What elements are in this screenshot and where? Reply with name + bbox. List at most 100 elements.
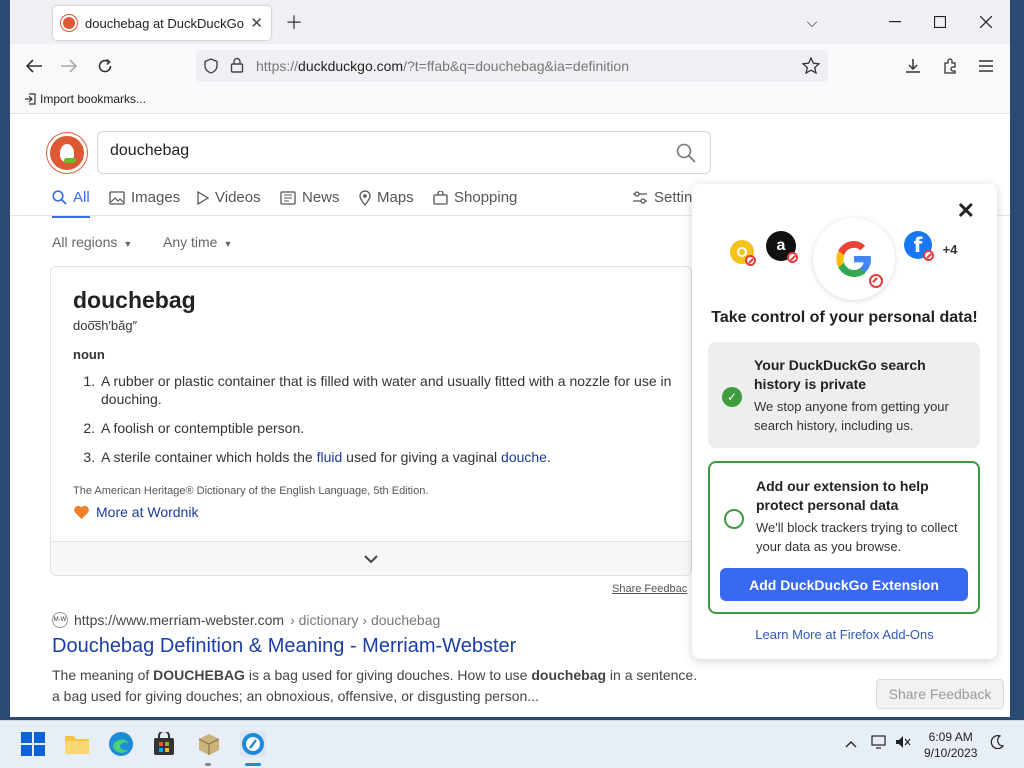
result-url-row[interactable]: M-W https://www.merriam-webster.com › di… (52, 612, 712, 628)
map-pin-icon (359, 189, 371, 206)
lock-icon[interactable] (230, 57, 244, 78)
result-url[interactable]: https://www.merriam-webster.com (74, 612, 284, 628)
search-box[interactable] (97, 131, 711, 174)
step-add-extension: Add our extension to help protect person… (708, 461, 980, 614)
result-snippet: The meaning of DOUCHEBAG is a bag used f… (52, 665, 712, 707)
maximize-button[interactable] (928, 10, 952, 34)
bag-icon (433, 190, 448, 205)
blocked-icon (923, 250, 934, 261)
learn-more-link[interactable]: Learn More at Firefox Add-Ons (692, 627, 997, 642)
tab-settings[interactable]: Settin (632, 189, 692, 206)
tab-label: Videos (215, 189, 261, 206)
show-hidden-icons-chevron-icon[interactable] (845, 735, 857, 751)
region-filter[interactable]: All regions ▼ (52, 234, 132, 250)
definition-item: A rubber or plastic container that is fi… (99, 372, 679, 408)
tab-videos[interactable]: Videos (197, 189, 261, 206)
fluid-link[interactable]: fluid (317, 449, 343, 465)
notifications-moon-icon[interactable] (990, 735, 1005, 752)
snippet-highlight: douchebag (531, 667, 607, 683)
dropdown-arrow-icon: ▼ (223, 239, 233, 249)
duckduckgo-logo[interactable] (47, 133, 87, 173)
chevron-down-icon (364, 554, 378, 563)
privacy-popup: ✕ a f +4 Take control of your personal d… (692, 184, 997, 659)
close-window-button[interactable] (974, 10, 998, 34)
file-explorer-icon[interactable] (64, 731, 90, 757)
tab-label: Settin (654, 189, 693, 206)
snippet-text: a bag used for giving douches; an obnoxi… (52, 688, 539, 704)
active-app-icon[interactable] (240, 731, 266, 757)
time-filter-label: Any time (163, 234, 218, 250)
list-tabs-chevron-icon[interactable]: ⌵ (800, 10, 824, 34)
add-extension-button[interactable]: Add DuckDuckGo Extension (720, 568, 968, 601)
definition-list: A rubber or plastic container that is fi… (99, 372, 679, 477)
definition-text: used for giving a vaginal (342, 449, 502, 465)
part-of-speech: noun (73, 347, 105, 362)
step-search-private: ✓ Your DuckDuckGo search history is priv… (708, 342, 980, 448)
shield-icon[interactable] (204, 58, 218, 79)
active-indicator (245, 763, 261, 766)
volume-muted-icon[interactable] (895, 735, 911, 752)
popup-heading: Take control of your personal data! (711, 309, 978, 326)
douche-link[interactable]: douche (501, 449, 547, 465)
import-icon (25, 93, 36, 105)
menu-hamburger-icon[interactable] (973, 53, 999, 79)
forward-button[interactable] (56, 53, 82, 79)
heart-icon (74, 505, 89, 519)
definition-word: douchebag (73, 287, 196, 313)
extensions-icon[interactable] (937, 53, 963, 79)
bookmark-star-icon[interactable] (801, 56, 821, 79)
definition-text: A foolish or contemptible person. (101, 420, 305, 436)
tracker-logo-icon (730, 240, 756, 266)
tab-shopping[interactable]: Shopping (433, 189, 517, 206)
minimize-button[interactable] (883, 10, 907, 34)
definition-text: A rubber or plastic container that is fi… (101, 373, 672, 407)
tab-title: douchebag at DuckDuckGo (85, 15, 244, 31)
wordnik-link[interactable]: More at Wordnik (96, 504, 198, 520)
reload-button[interactable] (92, 53, 118, 79)
tab-news[interactable]: News (280, 189, 340, 206)
duckduckgo-favicon-icon (61, 15, 77, 31)
blocked-icon (869, 274, 883, 288)
browser-window: douchebag at DuckDuckGo ✕ ＋ ⌵ https://du… (10, 0, 1010, 717)
google-logo-icon (813, 218, 895, 300)
downloads-icon[interactable] (900, 53, 926, 79)
result-breadcrumb: › dictionary › douchebag (290, 612, 441, 628)
share-feedback-link[interactable]: Share Feedbac (612, 583, 687, 595)
search-icon[interactable] (676, 143, 696, 168)
network-icon[interactable] (871, 735, 887, 752)
definition-text: A sterile container which holds the (101, 449, 317, 465)
url-bar[interactable]: https://duckduckgo.com/?t=ffab&q=doucheb… (196, 50, 828, 82)
definition-text: . (546, 449, 551, 465)
package-app-icon[interactable] (196, 731, 222, 757)
tab-images[interactable]: Images (109, 189, 180, 206)
import-bookmarks-link[interactable]: Import bookmarks... (24, 92, 146, 106)
windows-start-icon[interactable] (20, 731, 46, 757)
url-text[interactable]: https://duckduckgo.com/?t=ffab&q=doucheb… (256, 58, 629, 74)
back-button[interactable] (21, 53, 47, 79)
browser-tab[interactable]: douchebag at DuckDuckGo ✕ (53, 6, 271, 40)
tab-maps[interactable]: Maps (359, 189, 414, 206)
system-clock[interactable]: 6:09 AM 9/10/2023 (924, 729, 977, 761)
share-feedback-button[interactable]: Share Feedback (876, 679, 1004, 709)
step-description: We stop anyone from getting your search … (754, 399, 949, 433)
edge-browser-icon[interactable] (108, 731, 134, 757)
time-filter[interactable]: Any time ▼ (163, 234, 232, 250)
close-tab-icon[interactable]: ✕ (250, 14, 263, 32)
step-description: We'll block trackers trying to collect y… (756, 520, 958, 554)
new-tab-button[interactable]: ＋ (282, 10, 306, 34)
microsoft-store-icon[interactable] (151, 731, 177, 757)
definition-card: douchebag doo͞sh′băg″ noun A rubber or p… (50, 266, 692, 576)
expand-card-button[interactable] (51, 541, 691, 575)
more-at-wordnik[interactable]: More at Wordnik (73, 504, 198, 520)
snippet-text: The meaning of (52, 667, 154, 683)
definition-item: A foolish or contemptible person. (99, 419, 679, 437)
checkmark-icon: ✓ (722, 387, 742, 407)
image-icon (109, 190, 125, 205)
settings-icon (633, 190, 647, 204)
search-results-page: All Images Videos News Maps Shopping (10, 115, 1010, 717)
tab-all[interactable]: All (52, 189, 90, 218)
search-input[interactable] (110, 142, 670, 160)
result-title[interactable]: Douchebag Definition & Meaning - Merriam… (52, 635, 712, 658)
blocked-icon (787, 252, 798, 263)
close-popup-button[interactable]: ✕ (957, 198, 975, 224)
